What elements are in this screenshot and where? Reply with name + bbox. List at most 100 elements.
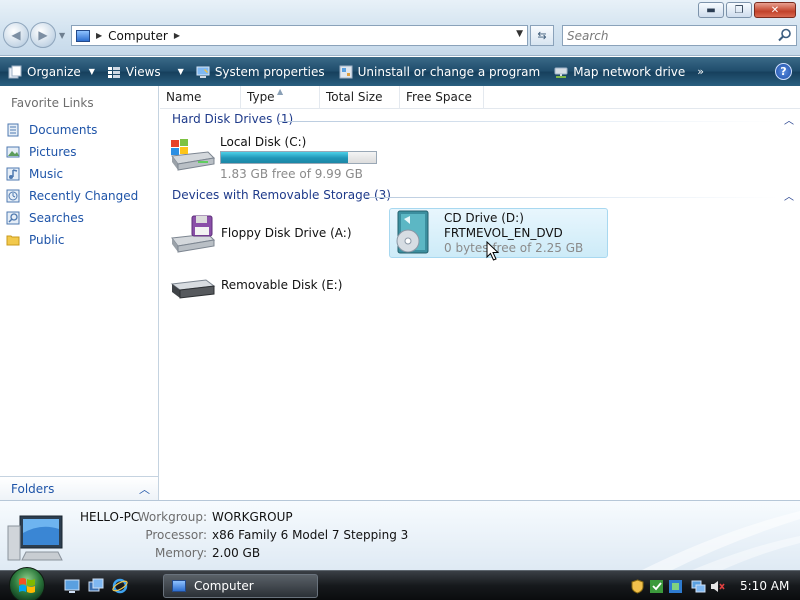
drive-free-space: 1.83 GB free of 9.99 GB [220, 167, 363, 181]
group-divider [365, 197, 778, 198]
address-dropdown-icon[interactable]: ▼ [516, 29, 523, 39]
search-input[interactable] [567, 28, 767, 43]
back-button[interactable]: ◀ [3, 22, 29, 48]
chevron-down-icon: ▼ [88, 67, 95, 76]
chevron-up-icon: ︿ [139, 483, 150, 496]
clock[interactable]: 5:10 AM [740, 579, 789, 593]
sort-indicator-icon: ▲ [277, 87, 284, 96]
favorite-link-label: Searches [29, 211, 84, 225]
drive-item-removable-disk-e[interactable]: Removable Disk (E:) [168, 270, 368, 306]
refresh-button[interactable]: ⇆ [530, 25, 554, 46]
favorite-link-label: Public [29, 233, 65, 247]
command-bar: Organize ▼ Views ▼ System properties Uni… [0, 57, 800, 86]
decorative-swoosh [640, 511, 800, 571]
drive-name: Removable Disk (E:) [221, 278, 343, 292]
views-button[interactable]: Views ▼ [101, 57, 190, 86]
favorite-link-recently-changed[interactable]: Recently Changed [6, 185, 138, 207]
favorite-link-music[interactable]: Music [6, 163, 138, 185]
column-headers: Name Type ▲ Total Size Free Space [160, 86, 800, 109]
favorite-link-label: Recently Changed [29, 189, 139, 203]
update-icon[interactable] [668, 579, 683, 594]
column-header-type[interactable]: Type ▲ [241, 86, 320, 109]
network-icon[interactable] [691, 579, 706, 594]
computer-icon [172, 580, 186, 592]
group-header-removable-storage[interactable]: Devices with Removable Storage (3) ︿ [172, 188, 798, 206]
memory-value: 2.00 GB [212, 546, 261, 560]
organize-icon [8, 65, 22, 78]
organize-button[interactable]: Organize ▼ [0, 57, 101, 86]
views-label: Views [125, 64, 161, 79]
column-header-name[interactable]: Name [160, 86, 241, 109]
uninstall-program-label: Uninstall or change a program [357, 64, 541, 79]
minimize-button[interactable]: ▬ [698, 2, 724, 18]
system-properties-button[interactable]: System properties [190, 57, 331, 86]
map-network-drive-button[interactable]: Map network drive [546, 57, 691, 86]
floppy-drive-icon [171, 215, 216, 253]
breadcrumb-separator-icon[interactable]: ▶ [96, 31, 102, 40]
show-desktop-icon[interactable] [64, 578, 80, 594]
group-header-hard-disk-drives[interactable]: Hard Disk Drives (1) ︿ [172, 112, 798, 130]
drive-item-floppy-a[interactable]: Floppy Disk Drive (A:) [168, 212, 368, 256]
views-icon [107, 66, 120, 78]
internet-explorer-icon[interactable] [112, 578, 128, 594]
forward-arrow-icon: ▶ [38, 28, 48, 42]
documents-icon [7, 123, 19, 137]
switch-windows-icon[interactable] [88, 578, 104, 594]
details-pane: HELLO-PC Workgroup: WORKGROUP Processor:… [0, 500, 800, 571]
group-divider [278, 121, 778, 122]
start-button[interactable] [9, 567, 45, 600]
search-icon[interactable] [778, 28, 792, 42]
favorite-link-label: Music [29, 167, 64, 181]
disc-label: FRTMEVOL_EN_DVD [444, 226, 563, 240]
search-box[interactable] [562, 25, 797, 46]
column-header-free-space[interactable]: Free Space [400, 86, 484, 109]
group-header-label: Devices with Removable Storage (3) [172, 188, 391, 202]
favorite-link-documents[interactable]: Documents [6, 119, 138, 141]
workgroup-value: WORKGROUP [212, 510, 293, 524]
windows-defender-icon[interactable] [649, 579, 664, 594]
breadcrumb-separator-icon[interactable]: ▶ [174, 31, 180, 40]
security-shield-icon[interactable] [630, 578, 645, 594]
processor-value: x86 Family 6 Model 7 Stepping 3 [212, 528, 409, 542]
folders-toggle[interactable]: Folders ︿ [0, 476, 158, 500]
collapse-chevron-icon[interactable]: ︿ [784, 188, 794, 203]
chevron-down-icon: ▼ [177, 67, 184, 76]
system-properties-icon [196, 66, 210, 78]
favorite-links-heading: Favorite Links [11, 96, 94, 110]
title-bar: ▬ ❐ ✕ ◀ ▶ ▼ ▶ Computer ▶ ▼ ⇆ [0, 0, 800, 56]
address-bar[interactable]: ▶ Computer ▶ ▼ [71, 25, 528, 46]
music-icon [6, 167, 20, 181]
refresh-icon: ⇆ [537, 29, 547, 42]
maximize-button[interactable]: ❐ [726, 2, 752, 18]
workgroup-label: Workgroup: [137, 510, 207, 524]
close-button[interactable]: ✕ [754, 2, 796, 18]
favorite-link-public[interactable]: Public [6, 229, 138, 251]
processor-label: Processor: [145, 528, 207, 542]
favorite-link-pictures[interactable]: Pictures [6, 141, 138, 163]
programs-icon [339, 65, 353, 78]
removable-disk-icon [170, 279, 216, 299]
volume-muted-icon[interactable] [710, 579, 725, 594]
favorite-link-searches[interactable]: Searches [6, 207, 138, 229]
hard-drive-icon [171, 139, 216, 171]
taskbar-button-label: Computer [194, 579, 254, 593]
favorite-link-label: Documents [29, 123, 98, 137]
organize-label: Organize [27, 64, 81, 79]
navigation-pane: Favorite Links Documents Pictures Music … [0, 86, 159, 500]
uninstall-program-button[interactable]: Uninstall or change a program [331, 57, 547, 86]
drive-item-local-disk-c[interactable]: Local Disk (C:) 1.83 GB free of 9.99 GB [168, 134, 377, 181]
pictures-icon [6, 146, 20, 158]
favorite-link-label: Pictures [29, 145, 77, 159]
help-button[interactable]: ? [775, 63, 792, 80]
forward-button[interactable]: ▶ [30, 22, 56, 48]
breadcrumb-computer[interactable]: Computer [108, 29, 168, 43]
column-header-total-size[interactable]: Total Size [320, 86, 400, 109]
file-list: Hard Disk Drives (1) ︿ Local Disk (C:) 1… [160, 110, 800, 500]
cd-drive-icon [396, 210, 429, 254]
recent-pages-dropdown-icon[interactable]: ▼ [59, 31, 65, 40]
collapse-chevron-icon[interactable]: ︿ [784, 112, 794, 127]
system-tray [630, 571, 725, 600]
more-commands-button[interactable]: » [691, 65, 710, 78]
drive-name: Floppy Disk Drive (A:) [221, 226, 352, 240]
taskbar-button-computer[interactable]: Computer [163, 574, 318, 598]
